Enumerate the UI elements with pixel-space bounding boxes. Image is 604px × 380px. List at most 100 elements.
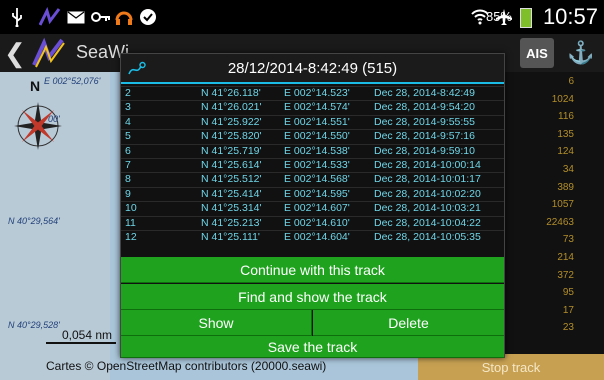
anchor-icon[interactable]: ⚓ — [564, 38, 598, 68]
show-button[interactable]: Show — [121, 310, 312, 336]
point-longitude: E 002°14.607' — [284, 202, 350, 215]
point-latitude: N 41°25.614' — [201, 159, 262, 171]
battery-percent: 85% — [485, 9, 512, 24]
track-point-row[interactable]: 9 N 41°25.414' E 002°14.595' Dec 28, 2014-1… — [121, 186, 504, 200]
point-latitude: N 41°25.512' — [201, 173, 262, 186]
point-latitude: N 41°25.719' — [201, 144, 262, 157]
mail-icon — [66, 6, 86, 28]
point-date: Dec 28, 2014-10:01:17 — [374, 173, 481, 186]
point-id: 10 — [125, 202, 137, 215]
point-latitude: N 41°25.820' — [201, 130, 262, 143]
point-date: Dec 28, 2014-10:05:35 — [374, 231, 481, 243]
data-value: 1057 — [551, 199, 574, 211]
track-point-row[interactable]: 11 N 41°25.213' E 002°14.610' Dec 28, 2014-… — [121, 215, 504, 229]
track-point-row[interactable]: 2 N 41°26.118' E 002°14.523' Dec 28, 2014-8… — [121, 86, 504, 99]
delete-button[interactable]: Delete — [313, 310, 504, 336]
point-id: 8 — [125, 173, 131, 186]
point-date: Dec 28, 2014-10:03:21 — [374, 202, 481, 215]
point-id: 11 — [125, 216, 136, 229]
data-value: 22463 — [546, 216, 574, 228]
point-longitude: E 002°14.574' — [284, 101, 350, 114]
headphones-icon — [114, 6, 134, 28]
track-point-row[interactable]: 5 N 41°25.820' E 002°14.550' Dec 28, 2014-9… — [121, 129, 504, 142]
point-id: 9 — [125, 187, 131, 200]
clock: 10:57 — [542, 4, 598, 29]
point-date: Dec 28, 2014-9:54:20 — [374, 101, 475, 114]
data-value: 135 — [557, 128, 574, 140]
data-value: 1024 — [551, 93, 574, 105]
longitude-label: E 002°52,076' — [44, 76, 101, 86]
point-date: Dec 28, 2014-10:02:20 — [374, 187, 481, 200]
app-logo[interactable] — [32, 37, 66, 69]
track-point-row[interactable]: 7 N 41°25.614' E 002°14.533' Dec 28, 2014-1… — [121, 158, 504, 171]
data-value: 116 — [558, 111, 574, 123]
point-longitude: E 002°14.604' — [284, 231, 350, 243]
seawi-notify-icon — [38, 6, 62, 28]
point-date: Dec 28, 2014-9:59:10 — [374, 144, 475, 157]
track-dialog: 28/12/2014-8:42:49 (515) 2 N 41°26.118' E … — [120, 53, 505, 358]
point-id: 7 — [125, 159, 131, 171]
point-latitude: N 41°25.922' — [201, 115, 262, 128]
point-longitude: E 002°14.538' — [284, 144, 350, 157]
compass-rose-icon — [14, 102, 62, 150]
point-date: Dec 28, 2014-9:55:55 — [374, 115, 475, 128]
status-bar: 85% 10:57 — [0, 0, 604, 34]
track-points-list[interactable]: 2 N 41°26.118' E 002°14.523' Dec 28, 2014-8… — [121, 86, 504, 256]
data-value: 95 — [562, 287, 574, 299]
track-point-row[interactable]: 8 N 41°25.512' E 002°14.568' Dec 28, 2014-1… — [121, 172, 504, 185]
point-id: 6 — [125, 144, 131, 157]
latitude-label-mid: N 40°29,564' — [8, 216, 60, 226]
point-latitude: N 41°25.314' — [201, 202, 262, 215]
track-point-row[interactable]: 10 N 41°25.314' E 002°14.607' Dec 28, 2014-… — [121, 201, 504, 214]
save-track-button[interactable]: Save the track — [121, 336, 504, 358]
data-value: 214 — [557, 252, 574, 263]
point-longitude: E 002°14.595' — [284, 187, 350, 200]
find-track-button[interactable]: Find and show the track — [121, 284, 504, 310]
usb-icon — [8, 6, 26, 28]
point-id: 2 — [125, 87, 131, 99]
point-id: 4 — [125, 115, 131, 128]
scale-label: 0,054 nm — [62, 328, 113, 342]
track-point-row[interactable]: 12 N 41°25.111' E 002°14.604' Dec 28, 2014-… — [121, 230, 504, 243]
track-point-row[interactable]: 3 N 41°26.021' E 002°14.574' Dec 28, 2014-9… — [121, 100, 504, 113]
point-longitude: E 002°14.550' — [284, 130, 350, 143]
battery-icon — [520, 8, 532, 28]
back-icon[interactable]: ❮ — [4, 38, 26, 69]
map-credit: Cartes © OpenStreetMap contributors (200… — [46, 359, 327, 373]
point-latitude: N 41°26.118' — [201, 87, 261, 99]
point-date: Dec 28, 2014-8:42:49 — [374, 87, 475, 99]
point-date: Dec 28, 2014-9:57:16 — [374, 130, 475, 143]
data-value: 389 — [557, 181, 574, 193]
track-point-row[interactable]: 6 N 41°25.719' E 002°14.538' Dec 28, 2014-9… — [121, 143, 504, 157]
ais-button[interactable]: AIS — [520, 38, 554, 68]
point-id: 5 — [125, 130, 131, 143]
data-value: 6 — [568, 76, 574, 87]
continue-track-button[interactable]: Continue with this track — [121, 257, 504, 283]
data-value: 17 — [562, 304, 574, 316]
data-value: 23 — [562, 322, 574, 334]
dialog-header: 28/12/2014-8:42:49 (515) — [121, 54, 504, 84]
point-latitude: N 41°25.111' — [201, 231, 260, 243]
point-date: Dec 28, 2014-10:00:14 — [374, 159, 481, 171]
point-date: Dec 28, 2014-10:04:22 — [374, 216, 481, 229]
point-longitude: E 002°14.610' — [284, 216, 350, 229]
data-value: 34 — [562, 164, 574, 175]
track-point-row[interactable]: 4 N 41°25.922' E 002°14.551' Dec 28, 2014-9… — [121, 114, 504, 128]
latitude-label-top: 00' — [48, 114, 60, 124]
data-value: 124 — [557, 146, 574, 158]
dialog-title: 28/12/2014-8:42:49 (515) — [227, 60, 398, 77]
key-icon — [90, 6, 112, 28]
point-latitude: N 41°26.021' — [201, 101, 262, 114]
point-longitude: E 002°14.551' — [284, 115, 350, 128]
point-id: 12 — [125, 231, 137, 243]
point-longitude: E 002°14.533' — [284, 159, 350, 171]
scale-bar — [46, 342, 116, 344]
check-icon — [138, 6, 158, 28]
latitude-label-bottom: N 40°29,528' — [8, 320, 60, 330]
north-label: N — [30, 78, 41, 94]
point-id: 3 — [125, 101, 131, 114]
point-longitude: E 002°14.568' — [284, 173, 350, 186]
point-latitude: N 41°25.213' — [201, 216, 262, 229]
point-longitude: E 002°14.523' — [284, 87, 350, 99]
data-value: 372 — [557, 269, 574, 281]
